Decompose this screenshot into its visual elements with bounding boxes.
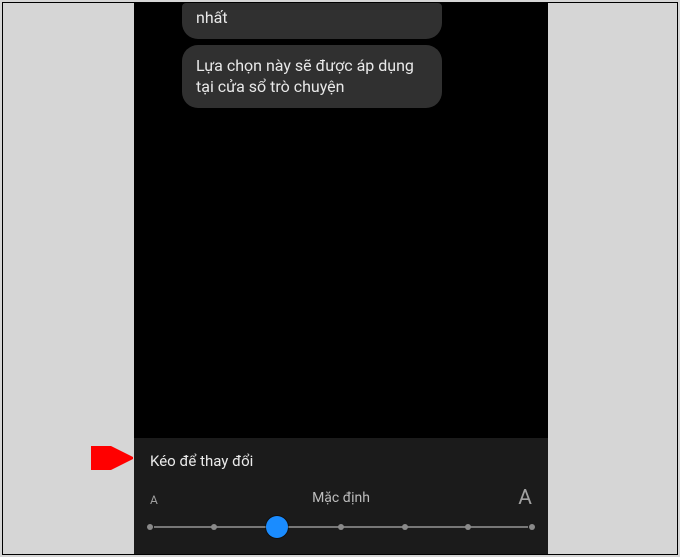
chat-bubble: Lựa chọn này sẽ được áp dụng tại cửa sổ … (182, 45, 442, 108)
slider-default-label: Mặc định (312, 490, 370, 506)
panel-title: Kéo để thay đổi (150, 452, 532, 470)
slider-tick (338, 524, 344, 530)
slider-tick (465, 524, 471, 530)
text-size-panel: Kéo để thay đổi A Mặc định A (134, 438, 548, 555)
chat-bubble-text: Lựa chọn này sẽ được áp dụng tại cửa sổ … (196, 56, 414, 97)
slider-tick (529, 524, 535, 530)
phone-screen: nhất Lựa chọn này sẽ được áp dụng tại cử… (134, 3, 548, 555)
slider-tick (402, 524, 408, 530)
slider-track[interactable] (150, 520, 532, 534)
slider-large-a-icon: A (518, 486, 532, 510)
chat-bubble-text: nhất (196, 8, 228, 27)
red-arrow-annotation (91, 446, 133, 470)
slider-tick (147, 524, 153, 530)
slider-thumb[interactable] (266, 516, 288, 538)
screenshot-frame: nhất Lựa chọn này sẽ được áp dụng tại cử… (2, 2, 678, 555)
slider-small-a-icon: A (150, 493, 158, 507)
text-size-slider[interactable]: A Mặc định A (150, 490, 532, 534)
chat-area: nhất Lựa chọn này sẽ được áp dụng tại cử… (134, 3, 548, 438)
chat-bubble: nhất (182, 3, 442, 39)
slider-tick (211, 524, 217, 530)
